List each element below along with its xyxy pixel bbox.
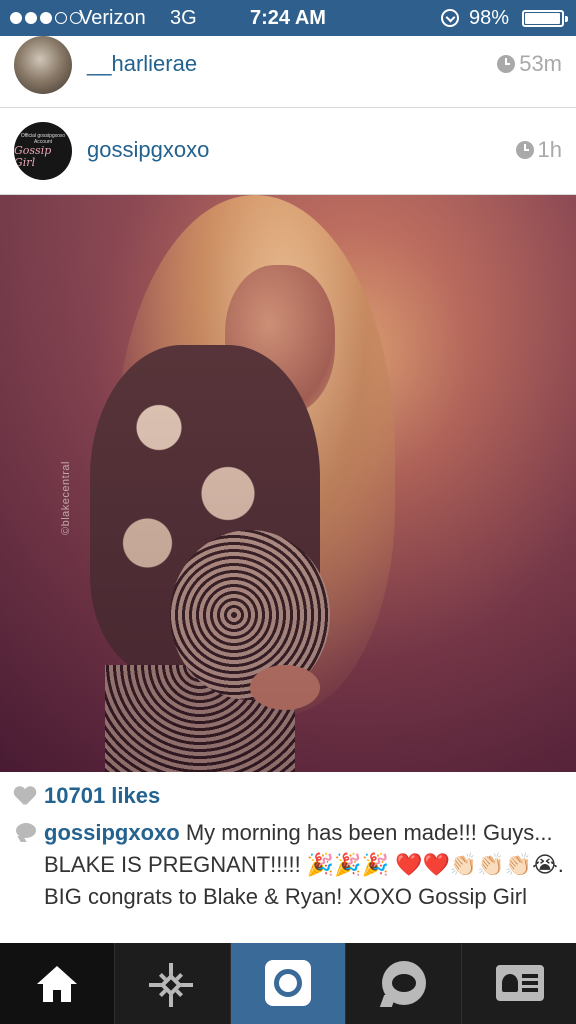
comment-icon [16,823,36,838]
battery-icon [522,10,568,27]
explore-icon [149,963,194,1007]
post-time-text: 1h [537,137,562,162]
clock-icon [497,55,516,73]
battery-percentage: 98% [469,7,510,29]
post-username[interactable]: __harlierae [87,51,197,77]
photo-watermark: ©blakecentral [60,461,72,535]
post-username[interactable]: gossipgxoxo [87,137,209,163]
tab-camera[interactable] [230,943,347,1024]
status-bar: Verizon 3G 7:24 AM 98% [0,0,576,36]
tab-activity[interactable] [346,943,462,1024]
tab-home[interactable] [0,943,116,1024]
avatar[interactable]: Official gossipgxoxo Account Gossip Girl [14,122,72,180]
home-icon [37,966,77,1002]
avatar[interactable] [14,36,72,94]
likes-count[interactable]: 10701 likes [44,783,160,809]
activity-icon [382,961,427,1005]
post-header-previous: __harlierae 53m [0,36,576,108]
clock-icon [515,141,534,159]
camera-icon [264,960,311,1006]
tab-profile[interactable] [461,943,576,1024]
bottom-tab-bar [0,943,576,1024]
tab-explore[interactable] [115,943,231,1024]
post-timestamp: 1h [515,137,562,163]
post-time-text: 53m [519,51,562,76]
post-caption: gossipgxoxo My morning has been made!!! … [44,817,564,913]
likes-row: 10701 likes [14,783,160,809]
post-timestamp: 53m [497,51,562,77]
caption-author[interactable]: gossipgxoxo [44,820,180,845]
rotation-lock-icon [441,9,459,27]
post-photo[interactable]: ©blakecentral [0,195,576,772]
post-header: Official gossipgxoxo Account Gossip Girl… [0,109,576,195]
profile-icon [495,965,544,1001]
avatar-logo-text: Gossip Girl [14,144,52,169]
heart-icon [14,785,36,807]
